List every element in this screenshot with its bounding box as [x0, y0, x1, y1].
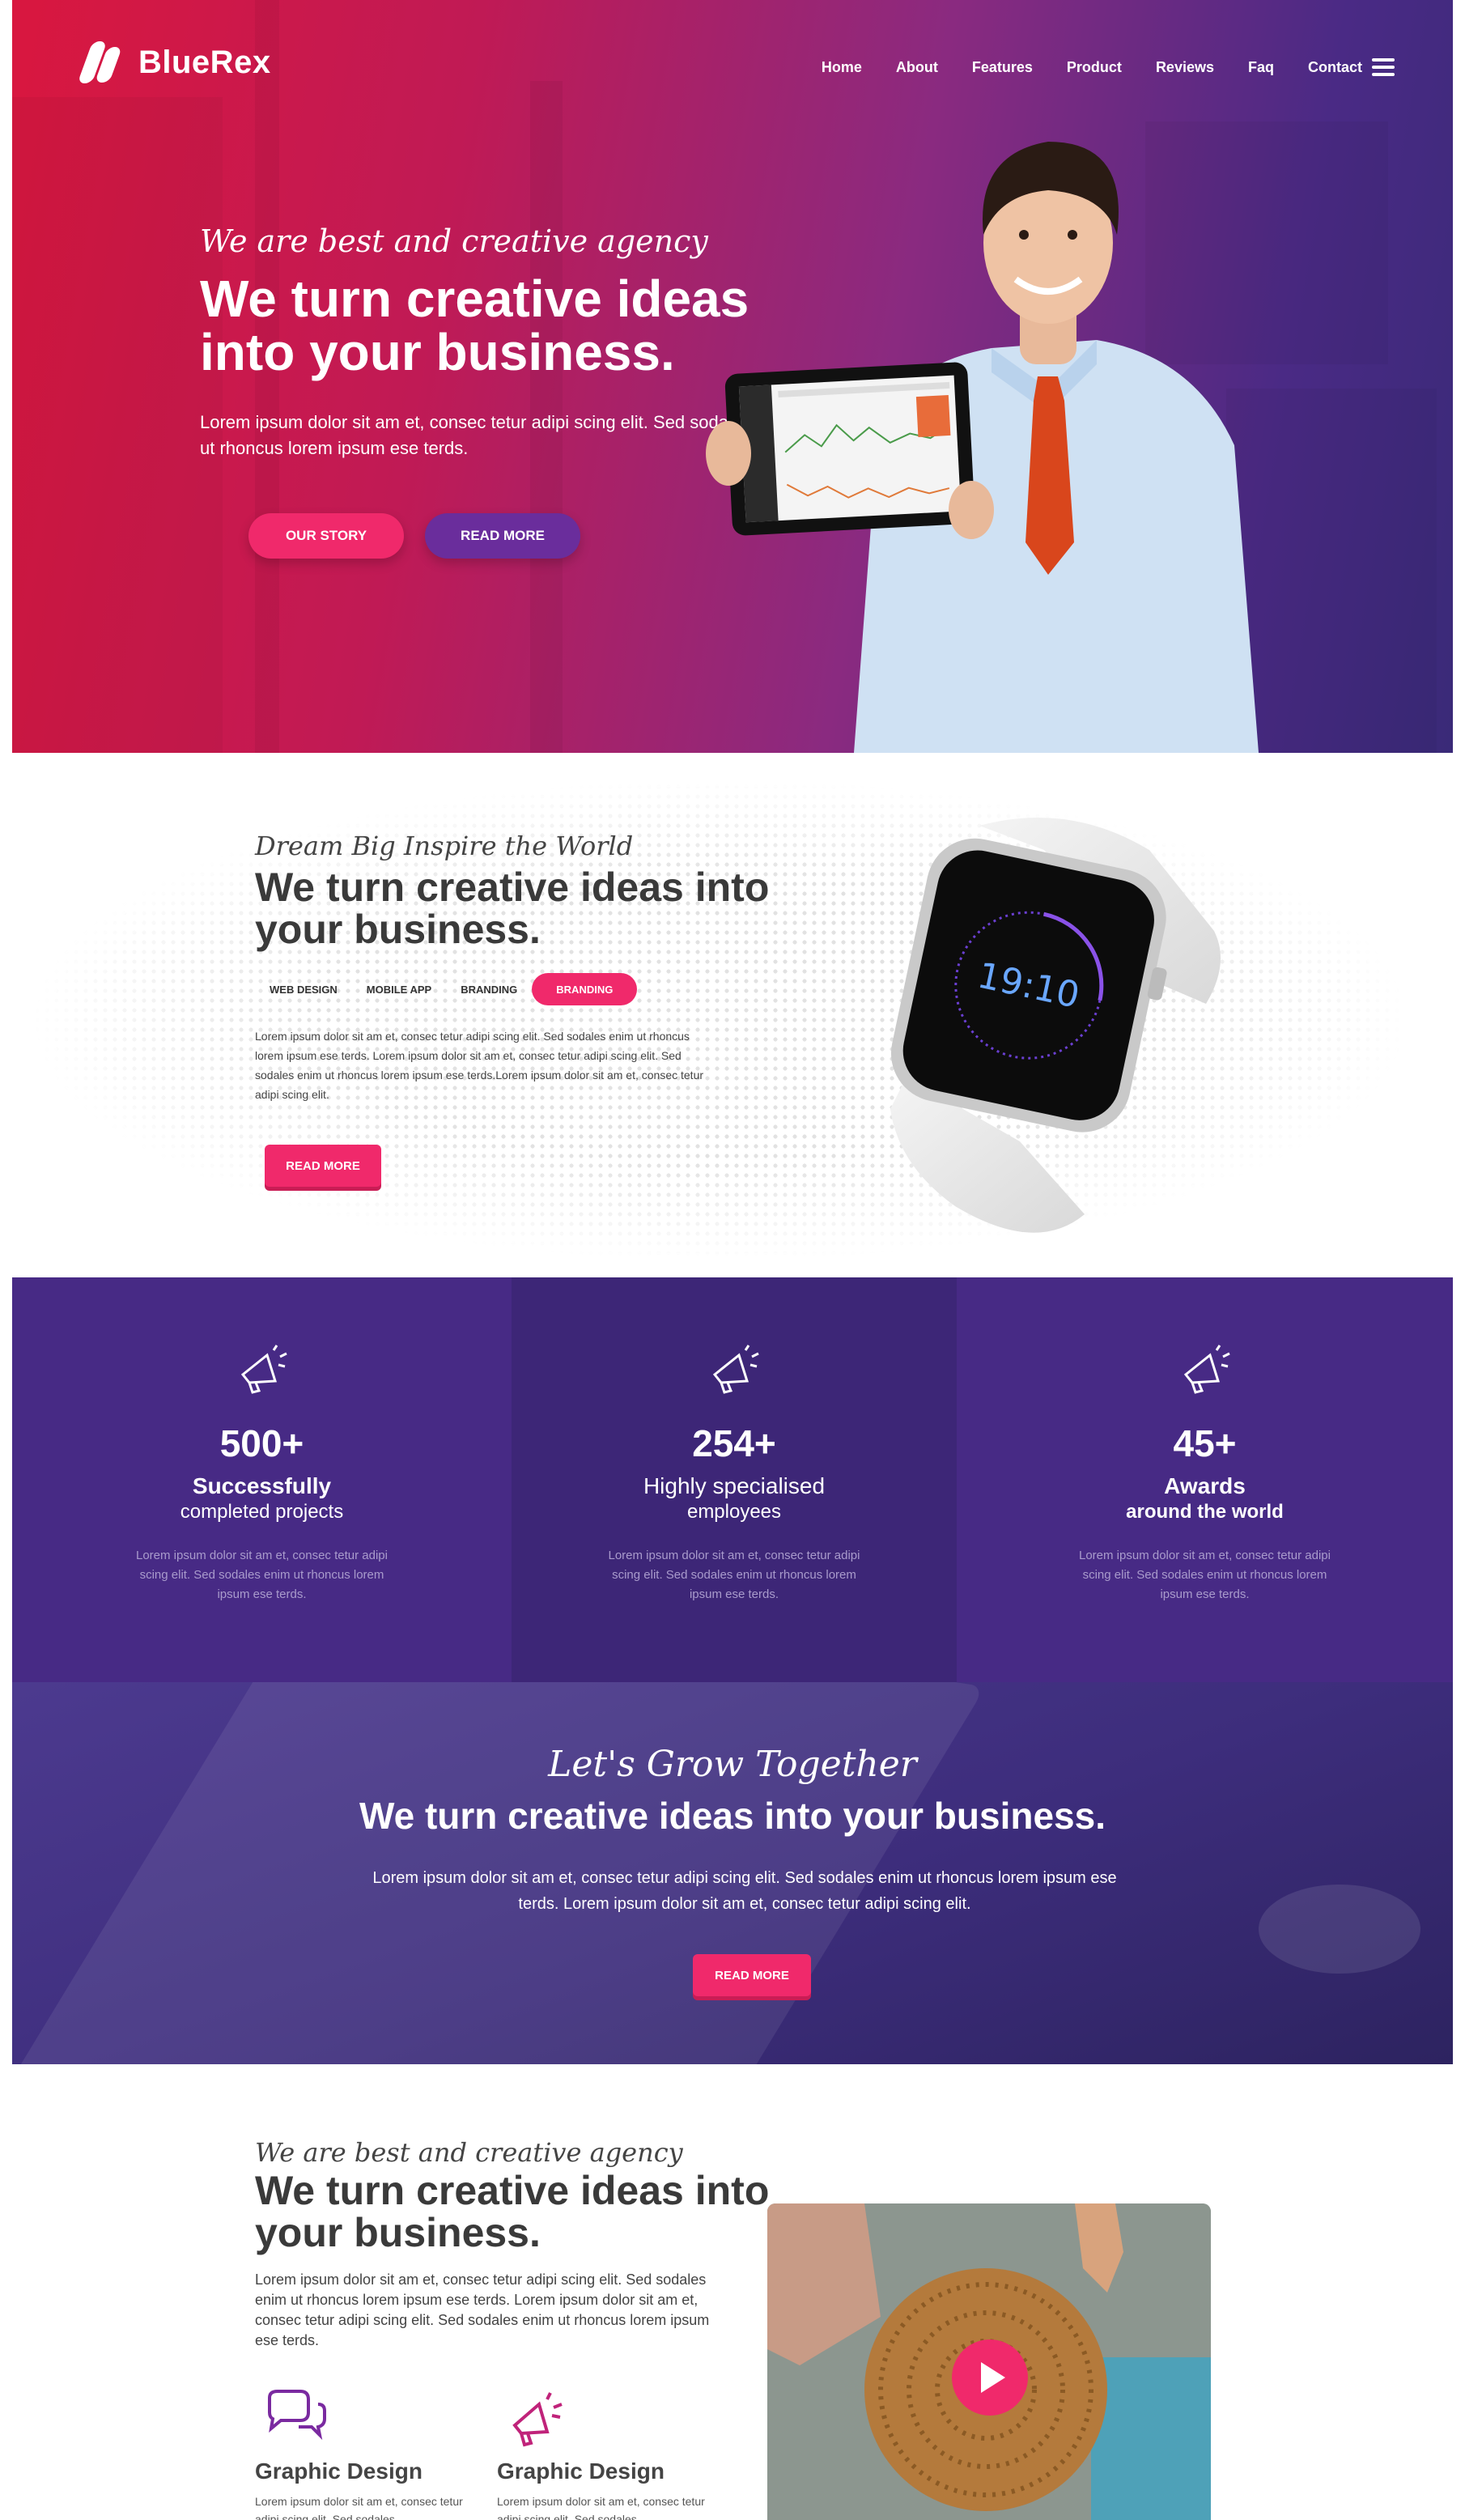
service-tabs: WEB DESIGN MOBILE APP BRANDING BRANDING: [255, 973, 638, 1005]
video-thumbnail[interactable]: [767, 2203, 1211, 2520]
service-title: Graphic Design: [497, 2458, 665, 2484]
businessman-with-tablet-image: [706, 142, 1259, 753]
service-text: Lorem ipsum dolor sit am et, consec tetu…: [497, 2495, 705, 2520]
stat-label: Highly specialised: [643, 1473, 826, 1498]
stats-section: 500+ Successfully completed projects Lor…: [12, 1277, 1453, 1682]
stat-description: Lorem ipsum dolor sit am et, consec tetu…: [1079, 1549, 1331, 1601]
stat-number: 45+: [1173, 1422, 1237, 1464]
stat-projects: 500+ Successfully completed projects Lor…: [12, 1277, 512, 1682]
about-subtitle: We are best and creative agency: [255, 2137, 683, 2168]
stat-sublabel: completed projects: [180, 1501, 344, 1523]
intro-subtitle: Dream Big Inspire the World: [255, 831, 634, 861]
stat-description: Lorem ipsum dolor sit am et, consec tetu…: [608, 1549, 860, 1601]
megaphone-icon: [512, 2392, 563, 2447]
about-description: Lorem ipsum dolor sit am et, consec tetu…: [255, 2271, 710, 2348]
tab-web-design[interactable]: WEB DESIGN: [255, 973, 352, 1005]
nav-features[interactable]: Features: [972, 59, 1033, 76]
stat-sublabel: employees: [686, 1501, 782, 1523]
hero-section: BlueRex Home About Features Product Revi…: [12, 0, 1453, 753]
stat-number: 500+: [219, 1422, 304, 1464]
brand-name: BlueRex: [138, 44, 271, 80]
grow-together-section: Let's Grow Together We turn creative ide…: [12, 1682, 1453, 2064]
nav-product[interactable]: Product: [1067, 59, 1122, 76]
service-title: Graphic Design: [255, 2458, 423, 2484]
grow-read-more-button[interactable]: READ MORE: [693, 1954, 811, 1996]
stat-label: Awards: [1164, 1473, 1246, 1498]
tab-mobile-app[interactable]: MOBILE APP: [352, 973, 446, 1005]
nav-contact[interactable]: Contact: [1308, 59, 1362, 76]
tab-branding-active[interactable]: BRANDING: [532, 973, 638, 1005]
stat-sublabel: around the world: [1126, 1501, 1284, 1523]
stat-label: Successfully: [192, 1473, 332, 1498]
megaphone-icon: [1183, 1345, 1230, 1394]
menu-icon[interactable]: [1372, 58, 1395, 76]
stat-number: 254+: [692, 1422, 776, 1464]
smartwatch-image: 19:10: [890, 818, 1221, 1233]
megaphone-icon: [240, 1345, 287, 1394]
main-nav: Home About Features Product Reviews Faq …: [822, 58, 1395, 76]
service-graphic-design-2: Graphic Design Lorem ipsum dolor sit am …: [497, 2388, 716, 2520]
nav-reviews[interactable]: Reviews: [1156, 59, 1214, 76]
brand-logo[interactable]: BlueRex: [77, 39, 271, 86]
grow-title: We turn creative ideas into your busines…: [359, 1795, 1106, 1837]
play-icon[interactable]: [952, 2339, 1028, 2416]
intro-read-more-button[interactable]: READ MORE: [265, 1145, 381, 1187]
chat-bubbles-icon: [268, 2390, 326, 2441]
grow-description: Lorem ipsum dolor sit am et, consec tetu…: [372, 1869, 1117, 1913]
stat-employees: 254+ Highly specialised employees Lorem …: [512, 1277, 957, 1682]
logo-icon: [77, 39, 129, 86]
megaphone-icon: [712, 1345, 759, 1394]
nav-home[interactable]: Home: [822, 59, 862, 76]
stat-description: Lorem ipsum dolor sit am et, consec tetu…: [136, 1549, 388, 1601]
read-more-button[interactable]: READ MORE: [425, 513, 580, 559]
grow-subtitle: Let's Grow Together: [548, 1744, 917, 1785]
service-text: Lorem ipsum dolor sit am et, consec tetu…: [255, 2495, 463, 2520]
nav-faq[interactable]: Faq: [1248, 59, 1274, 76]
mouse-background: [1259, 1885, 1420, 1974]
intro-description: Lorem ipsum dolor sit am et, consec tetu…: [255, 1030, 704, 1101]
nav-about[interactable]: About: [896, 59, 938, 76]
service-graphic-design: Graphic Design Lorem ipsum dolor sit am …: [255, 2388, 473, 2520]
tab-branding[interactable]: BRANDING: [446, 973, 532, 1005]
stat-awards: 45+ Awards around the world Lorem ipsum …: [957, 1277, 1453, 1682]
our-story-button[interactable]: OUR STORY: [248, 513, 404, 559]
intro-title: We turn creative ideas into your busines…: [255, 865, 770, 952]
about-title: We turn creative ideas into your busines…: [255, 2168, 770, 2255]
